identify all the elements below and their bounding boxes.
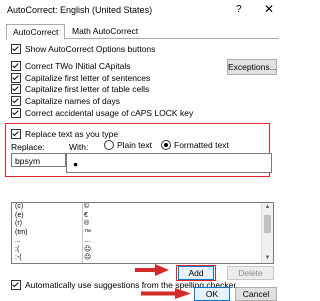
checkbox-checked-icon[interactable] [11,95,21,106]
ok-button[interactable]: OK [194,287,230,301]
correct-two-initial-option[interactable]: Correct TWo INitial CApitals [11,60,131,71]
with-input[interactable]: ● [66,153,272,173]
show-autocorrect-buttons-label: Show AutoCorrect Options buttons [25,43,156,54]
entry-value: © [84,203,90,210]
correct-caps-lock-option[interactable]: Correct accidental usage of cAPS LOCK ke… [11,107,193,118]
plain-text-radio[interactable]: Plain text [104,140,152,150]
replace-input[interactable]: bpsym [11,153,66,167]
capitalize-sentences-label: Capitalize first letter of sentences [25,72,151,83]
add-button[interactable]: Add [178,266,214,280]
delete-button[interactable]: Delete [227,266,274,280]
entry-key: (tm) [15,228,28,236]
plain-text-label: Plain text [117,140,152,150]
entry-value: … [84,237,91,244]
checkbox-checked-icon[interactable] [11,128,21,139]
scroll-up-icon[interactable]: ▲ [262,203,273,212]
checkbox-checked-icon[interactable] [11,83,21,94]
entry-value: ☹ [84,245,92,253]
scroll-down-icon[interactable]: ▼ [262,254,273,263]
table-row[interactable]: (e) € [12,212,260,221]
capitalize-table-cells-label: Capitalize first letter of table cells [25,83,150,94]
correct-two-initial-label: Correct TWo INitial CApitals [25,60,131,71]
entry-key: (r) [15,220,22,227]
table-row[interactable]: ... … [12,237,260,246]
replace-label: Replace: [11,142,45,152]
add-arrow [135,264,169,276]
entry-value: ® [84,220,90,227]
table-row[interactable]: :-( ☹ [12,254,260,263]
ok-arrow [141,288,191,299]
scroll-thumb[interactable] [264,215,271,233]
correct-caps-lock-label: Correct accidental usage of cAPS LOCK ke… [25,107,194,118]
show-autocorrect-buttons-option[interactable]: Show AutoCorrect Options buttons [11,43,155,54]
capitalize-sentences-option[interactable]: Capitalize first letter of sentences [11,72,150,83]
help-button[interactable]: ? [236,4,242,15]
checkbox-checked-icon[interactable] [11,279,21,290]
arrow-right-icon [141,288,191,299]
checkbox-checked-icon[interactable] [11,107,21,118]
capitalize-table-cells-option[interactable]: Capitalize first letter of table cells [11,83,149,94]
cancel-button[interactable]: Cancel [235,287,277,301]
entry-key: :( [15,245,20,253]
replacement-list[interactable]: (c) © (e) € (r) ® (tm) ™ ... … :( ☹ :-( … [11,202,274,264]
tab-math-autocorrect[interactable]: Math AutoCorrect [66,24,144,38]
entry-key: (e) [15,211,24,219]
replace-text-option[interactable]: Replace text as you type [11,128,118,139]
replace-text-label: Replace text as you type [25,128,119,139]
with-label: With: [69,142,89,152]
tab-autocorrect[interactable]: AutoCorrect [6,24,66,40]
table-row[interactable]: (r) ® [12,220,260,229]
entry-key: (c) [15,203,24,210]
window-title: AutoCorrect: English (United States) [7,5,153,15]
checkbox-checked-icon[interactable] [11,43,21,54]
radio-unselected-icon[interactable] [104,140,114,150]
formatted-text-radio[interactable]: Formatted text [161,140,229,150]
formatted-text-label: Formatted text [174,140,229,150]
entry-value: € [84,211,88,219]
checkbox-checked-icon[interactable] [11,72,21,83]
table-row[interactable]: (tm) ™ [12,229,260,238]
capitalize-days-label: Capitalize names of days [25,95,120,106]
checkbox-checked-icon[interactable] [11,60,21,71]
table-row[interactable]: :( ☹ [12,246,260,255]
radio-selected-icon[interactable] [161,140,171,150]
arrow-right-icon [135,264,169,276]
list-scrollbar[interactable]: ▲ ▼ [261,203,273,263]
exceptions-button[interactable]: Exceptions... [227,59,277,75]
capitalize-days-option[interactable]: Capitalize names of days [11,95,120,106]
entry-value: ™ [84,228,91,236]
entry-key: :-( [15,254,22,261]
entry-value: ☹ [84,254,92,261]
close-button[interactable]: ✕ [264,2,274,16]
table-row[interactable]: (c) © [12,203,260,212]
entry-key: ... [15,237,21,244]
